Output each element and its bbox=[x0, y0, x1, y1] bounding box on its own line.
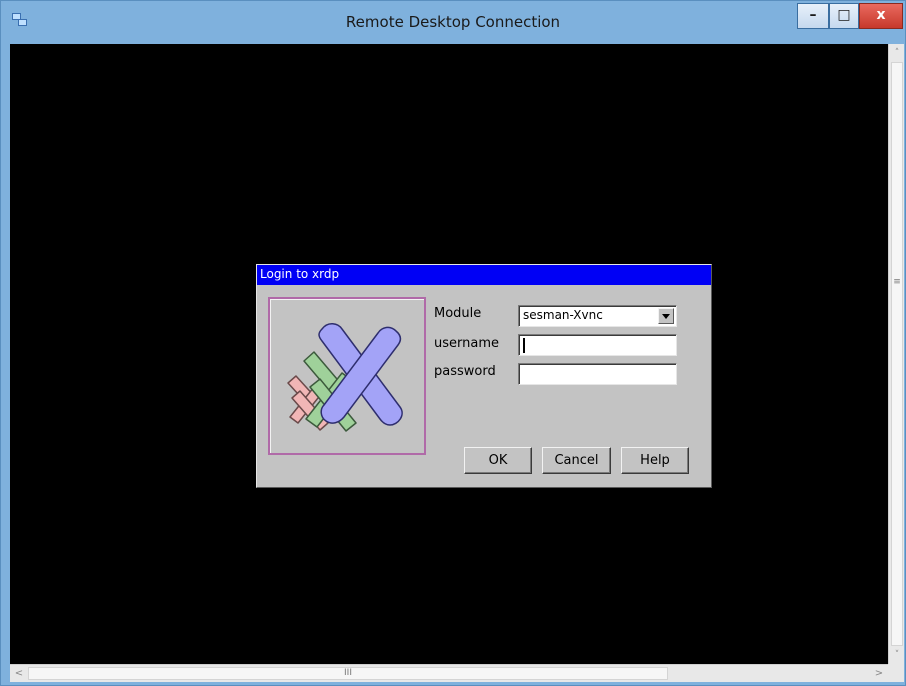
xrdp-logo bbox=[268, 297, 426, 455]
dialog-title: Login to xrdp bbox=[260, 267, 340, 281]
window-title: Remote Desktop Connection bbox=[345, 13, 561, 31]
horizontal-scrollbar[interactable]: < III > bbox=[10, 664, 888, 682]
scroll-right-icon[interactable]: > bbox=[870, 665, 888, 683]
dialog-title-bar[interactable]: Login to xrdp bbox=[257, 265, 711, 285]
scroll-up-icon[interactable]: ˄ bbox=[889, 44, 905, 62]
title-bar[interactable]: Remote Desktop Connection – □ x bbox=[1, 1, 905, 45]
cancel-button[interactable]: Cancel bbox=[542, 447, 611, 474]
help-button[interactable]: Help bbox=[621, 447, 689, 474]
xrdp-login-dialog: Login to xrdp Module sesman-Xvnc usernam… bbox=[256, 264, 712, 488]
minimize-button[interactable]: – bbox=[797, 3, 829, 29]
scrollbar-corner bbox=[888, 664, 904, 682]
password-label: password bbox=[434, 364, 496, 379]
module-label: Module bbox=[434, 306, 482, 321]
remote-desktop-surface[interactable]: Login to xrdp Module sesman-Xvnc usernam… bbox=[10, 44, 888, 664]
scroll-down-icon[interactable]: ˅ bbox=[889, 646, 905, 664]
username-label: username bbox=[434, 336, 499, 351]
minimize-icon: – bbox=[809, 7, 817, 23]
ok-button[interactable]: OK bbox=[464, 447, 532, 474]
horizontal-scroll-thumb[interactable]: III bbox=[28, 667, 668, 680]
maximize-icon: □ bbox=[837, 7, 851, 23]
vertical-scroll-thumb[interactable]: ≡ bbox=[891, 62, 903, 646]
username-input[interactable] bbox=[518, 334, 677, 356]
module-dropdown-button[interactable] bbox=[658, 308, 674, 324]
rdp-window: Remote Desktop Connection – □ x Login to… bbox=[0, 0, 906, 686]
scroll-left-icon[interactable]: < bbox=[10, 665, 28, 683]
close-icon: x bbox=[876, 7, 886, 23]
grip-icon: ≡ bbox=[893, 277, 901, 287]
module-selected-value: sesman-Xvnc bbox=[523, 308, 603, 322]
text-caret bbox=[523, 338, 525, 353]
module-select[interactable]: sesman-Xvnc bbox=[518, 305, 677, 327]
maximize-button[interactable]: □ bbox=[829, 3, 859, 29]
vertical-scrollbar[interactable]: ˄ ≡ ˅ bbox=[888, 44, 904, 664]
xrdp-logo-icon bbox=[287, 323, 403, 432]
grip-icon: III bbox=[344, 668, 352, 678]
close-button[interactable]: x bbox=[859, 3, 903, 29]
password-input[interactable] bbox=[518, 363, 677, 385]
chevron-down-icon bbox=[662, 314, 670, 319]
